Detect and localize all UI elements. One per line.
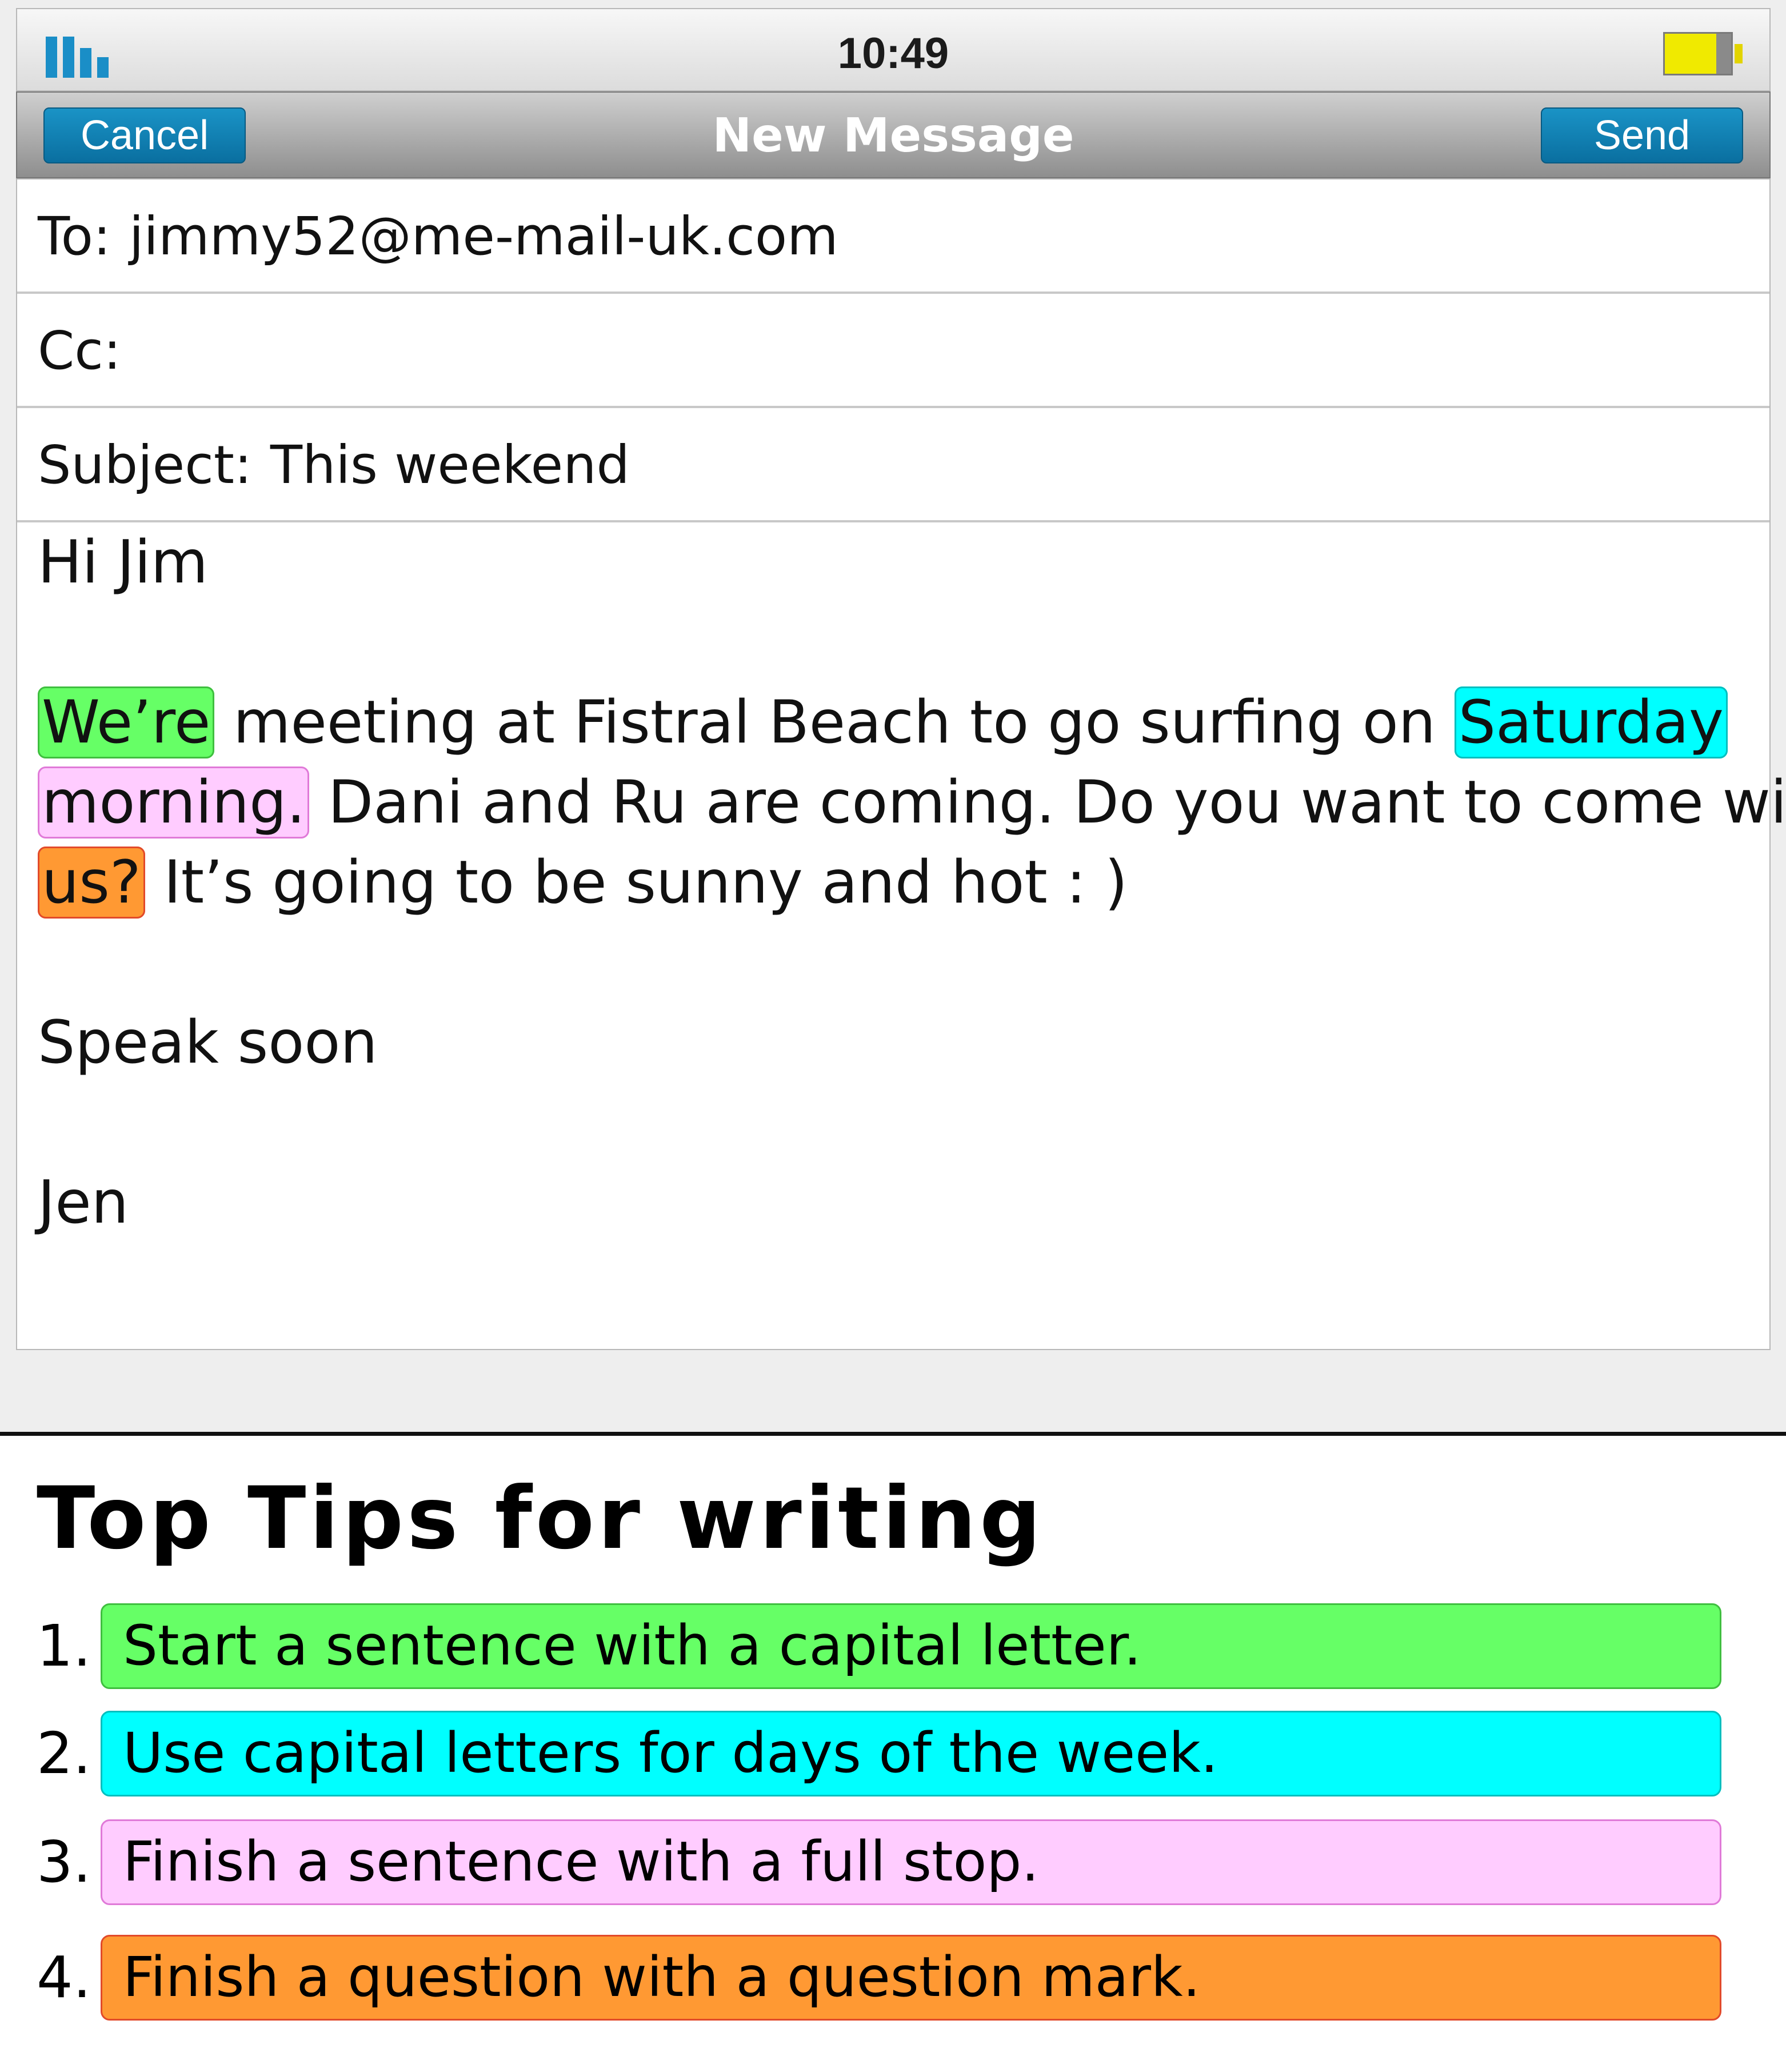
body-text-2: Dani and Ru are coming. Do you want to c… bbox=[309, 768, 1786, 837]
to-value[interactable]: jimmy52@me-mail-uk.com bbox=[129, 206, 838, 267]
cc-field[interactable]: Cc: bbox=[17, 294, 1769, 408]
tip-number: 3. bbox=[37, 1829, 91, 1895]
subject-label: Subject: bbox=[38, 434, 252, 496]
tip-2: Use capital letters for days of the week… bbox=[101, 1711, 1721, 1796]
tip-1: Start a sentence with a capital letter. bbox=[101, 1603, 1721, 1689]
subject-value[interactable]: This weekend bbox=[270, 434, 630, 496]
divider bbox=[0, 1432, 1786, 1436]
status-bar: 10:49 bbox=[16, 8, 1771, 91]
signature: Jen bbox=[38, 1168, 129, 1237]
tip-number: 4. bbox=[37, 1944, 91, 2011]
tip-3: Finish a sentence with a full stop. bbox=[101, 1819, 1721, 1905]
page-title: New Message bbox=[712, 109, 1074, 163]
battery-nub bbox=[1735, 44, 1743, 63]
body-text-1: meeting at Fistral Beach to go surfing o… bbox=[214, 688, 1455, 757]
body-text-3: It’s going to be sunny and hot : ) bbox=[145, 848, 1128, 917]
highlight-day-of-week: Saturday bbox=[1454, 686, 1728, 758]
message-compose-area: To: jimmy52@me-mail-uk.com Cc: Subject: Th… bbox=[16, 178, 1786, 1350]
subject-field[interactable]: Subject: This weekend bbox=[17, 408, 1769, 522]
tip-number: 2. bbox=[37, 1720, 91, 1787]
clock: 10:49 bbox=[837, 29, 949, 78]
tip-number: 1. bbox=[37, 1612, 91, 1679]
cc-label: Cc: bbox=[38, 320, 121, 381]
body-line-3: us? It’s going to be sunny and hot : ) bbox=[38, 843, 1128, 923]
nav-bar: Cancel New Message Send bbox=[16, 91, 1771, 178]
battery-icon bbox=[1663, 32, 1743, 75]
highlight-capital-letter: We’re bbox=[38, 686, 215, 758]
body-line-2: morning. Dani and Ru are coming. Do you … bbox=[38, 762, 1786, 843]
body-line-1: We’re meeting at Fistral Beach to go sur… bbox=[38, 682, 1728, 762]
tip-4: Finish a question with a question mark. bbox=[101, 1935, 1721, 2021]
greeting: Hi Jim bbox=[38, 528, 209, 597]
battery-fill bbox=[1665, 34, 1717, 74]
phone-screen: 10:49 Cancel New Message Send To: jimmy52… bbox=[0, 0, 1786, 1432]
to-field[interactable]: To: jimmy52@me-mail-uk.com bbox=[17, 179, 1769, 294]
closing: Speak soon bbox=[38, 1008, 378, 1077]
highlight-full-stop: morning. bbox=[38, 766, 310, 839]
highlight-question-mark: us? bbox=[38, 847, 145, 919]
tips-title: Top Tips for writing bbox=[37, 1469, 1045, 1568]
to-label: To: bbox=[38, 206, 111, 267]
send-button[interactable]: Send bbox=[1541, 107, 1743, 163]
